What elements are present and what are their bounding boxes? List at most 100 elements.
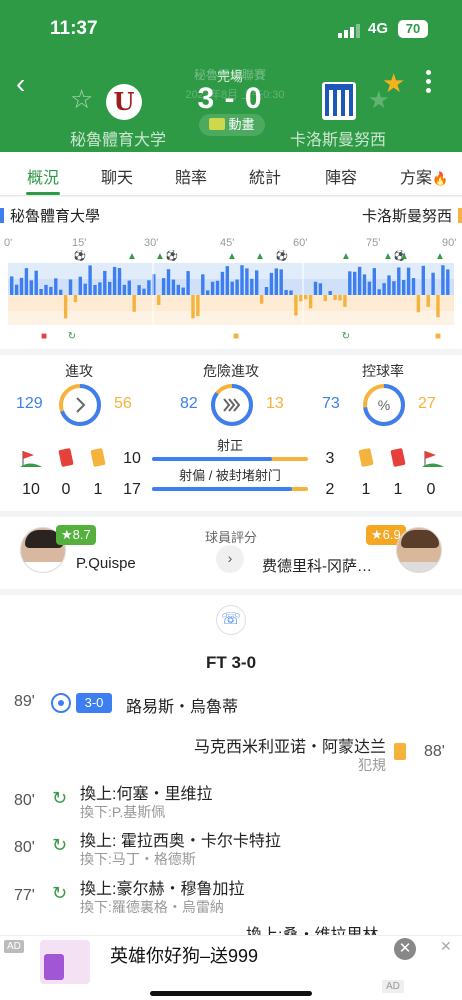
away-team-logo[interactable] bbox=[322, 82, 356, 120]
attack-title: 進攻 bbox=[65, 363, 93, 379]
momentum-bar bbox=[215, 280, 220, 295]
animation-icon bbox=[209, 118, 226, 130]
momentum-bar bbox=[411, 278, 416, 295]
double-chevron-icon bbox=[223, 398, 241, 412]
momentum-bar bbox=[289, 290, 293, 295]
tab-statistics[interactable]: 統計 bbox=[249, 164, 281, 188]
momentum-bar bbox=[338, 295, 342, 301]
momentum-bar bbox=[176, 284, 180, 295]
momentum-bar bbox=[269, 272, 274, 295]
away-team-name[interactable]: 卡洛斯曼努西 bbox=[290, 126, 386, 150]
shots-on-label: 射正 bbox=[216, 438, 243, 453]
possession-home: 73 bbox=[322, 395, 340, 412]
momentum-bar bbox=[323, 295, 327, 302]
momentum-bar bbox=[397, 267, 401, 295]
event-minute: 89' bbox=[14, 693, 35, 710]
event-minute: 80' bbox=[14, 792, 35, 809]
event-marker-icon: ⚽ bbox=[165, 249, 178, 262]
momentum-bar bbox=[166, 269, 171, 295]
event-sub-in: 換上:豪尔赫・穆鲁加拉 bbox=[80, 881, 245, 898]
momentum-bar bbox=[54, 278, 58, 295]
home-player-rating: ★8.7 bbox=[56, 525, 96, 545]
events-card: ☏ FT 3-0 89' 3-0 路易斯・烏魯蒂 马克西米利亚诺・阿蒙达兰 犯規… bbox=[0, 595, 462, 935]
event-marker-icon: ↻ bbox=[68, 331, 76, 342]
ad-close-icon[interactable]: ✕ bbox=[394, 938, 416, 960]
momentum-bar bbox=[416, 295, 421, 313]
momentum-bar bbox=[93, 284, 97, 295]
ad-thumbnail[interactable] bbox=[40, 940, 90, 984]
momentum-bar bbox=[132, 295, 136, 312]
event-marker-icon: ↻ bbox=[342, 331, 350, 342]
momentum-away-name: 卡洛斯曼努西 bbox=[361, 208, 452, 225]
away-player-avatar[interactable] bbox=[396, 527, 442, 573]
event-marker-icon: ⚽ bbox=[73, 249, 86, 262]
event-sub-in: 換上:何塞・里维拉 bbox=[80, 786, 213, 803]
animation-button[interactable]: 動畫 bbox=[199, 114, 265, 136]
shots-off-home: 17 bbox=[123, 481, 141, 498]
momentum-bar bbox=[436, 295, 440, 318]
event-minute: 88' bbox=[424, 743, 445, 760]
home-indicator[interactable] bbox=[150, 991, 312, 996]
momentum-bar bbox=[421, 265, 425, 295]
ad-text[interactable]: 英雄你好狗–送999 bbox=[110, 942, 258, 968]
away-player-name[interactable]: 费德里科-冈萨… bbox=[262, 555, 372, 576]
yellow-card-icon bbox=[90, 447, 106, 468]
tab-lineup[interactable]: 陣容 bbox=[325, 164, 357, 188]
full-time-label: FT 3-0 bbox=[205, 653, 257, 672]
tab-overview[interactable]: 概況 bbox=[27, 164, 59, 188]
tab-chat[interactable]: 聊天 bbox=[101, 164, 133, 188]
event-marker-icon: ▲ bbox=[435, 251, 445, 262]
home-player-name[interactable]: P.Quispe bbox=[76, 555, 136, 572]
momentum-bar bbox=[24, 268, 29, 295]
momentum-bar bbox=[10, 276, 14, 295]
home-corners: 10 bbox=[22, 481, 40, 498]
ad-banner[interactable]: AD 英雄你好狗–送999 ✕ ✕ AD bbox=[0, 935, 462, 1000]
shots-on-home: 10 bbox=[123, 450, 141, 467]
corner-flag-icon bbox=[422, 451, 444, 467]
momentum-bar bbox=[34, 270, 38, 295]
shots-on-bar bbox=[152, 457, 308, 461]
momentum-bar bbox=[78, 276, 82, 295]
tab-underline bbox=[26, 192, 60, 195]
substitution-icon: ↻ bbox=[52, 788, 68, 808]
momentum-bar bbox=[206, 290, 210, 295]
momentum-bar bbox=[59, 289, 63, 295]
possession-away: 27 bbox=[418, 395, 436, 412]
star-outline-icon[interactable]: ☆ bbox=[70, 84, 93, 115]
danger-attack-ring bbox=[211, 384, 253, 426]
momentum-bar bbox=[250, 278, 254, 295]
goal-score-badge: 3-0 bbox=[76, 693, 112, 713]
momentum-bar bbox=[441, 265, 445, 295]
momentum-bar bbox=[446, 269, 450, 295]
tab-plans[interactable]: 方案🔥 bbox=[400, 164, 448, 188]
momentum-bar bbox=[357, 266, 362, 295]
possession-title: 控球率 bbox=[362, 363, 404, 379]
player-rating-arrow-button[interactable]: › bbox=[216, 545, 244, 573]
momentum-bar bbox=[108, 281, 112, 295]
momentum-bar bbox=[362, 274, 367, 295]
danger-attack-stat: 危險進攻 82 13 bbox=[166, 355, 296, 435]
back-button[interactable]: ‹ bbox=[16, 68, 25, 100]
home-team-name[interactable]: 秘魯體育大学 bbox=[70, 126, 166, 150]
attack-home: 129 bbox=[16, 395, 43, 412]
event-marker-icon: ▲ bbox=[127, 251, 137, 262]
home-yellow-cards: 1 bbox=[93, 481, 103, 498]
favorite-star-icon[interactable]: ★ bbox=[382, 68, 405, 99]
event-detail: 犯規 bbox=[358, 757, 386, 773]
fire-icon: 🔥 bbox=[432, 171, 449, 186]
momentum-bar bbox=[333, 295, 337, 300]
event-marker-icon: ■ bbox=[435, 331, 441, 342]
home-team-logo[interactable] bbox=[106, 84, 142, 120]
danger-attack-away: 13 bbox=[266, 395, 284, 412]
status-bar: 11:37 4G 70 bbox=[0, 18, 462, 46]
tab-odds[interactable]: 賠率 bbox=[175, 164, 207, 188]
momentum-team-names: 秘魯體育大學 卡洛斯曼努西 bbox=[0, 205, 462, 225]
player-rating-card[interactable]: ★8.7 P.Quispe 球員評分 › 费德里科-冈萨… ★6.9 bbox=[0, 517, 462, 589]
momentum-home-name: 秘魯體育大學 bbox=[10, 208, 101, 225]
possession-stat: 控球率 73 % 27 bbox=[318, 355, 448, 435]
shots-on-away: 3 bbox=[325, 450, 335, 467]
more-icon[interactable] bbox=[426, 70, 434, 97]
ad-dismiss-icon[interactable]: ✕ bbox=[440, 938, 452, 955]
possession-ring: % bbox=[363, 384, 405, 426]
minute-label: 90' bbox=[442, 237, 457, 249]
